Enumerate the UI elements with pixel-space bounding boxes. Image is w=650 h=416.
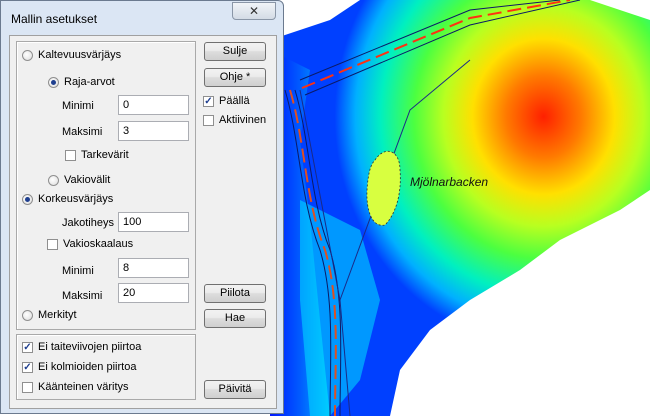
checkbox-indicator-icon [22,381,33,393]
update-button[interactable]: Päivitä [204,380,266,399]
radio-indicator-icon [22,49,33,61]
checkbox-indicator-icon: ✓ [22,341,33,353]
checkbox-indicator-icon: ✓ [22,361,33,373]
dialog-client-area: Kaltevuusvärjäys Raja-arvot Minimi 0 Mak… [9,35,277,409]
window-close-button[interactable]: ✕ [232,2,276,20]
window-title: Mallin asetukset [11,12,98,26]
checkbox-indicator-icon: ✓ [203,95,214,107]
minimum-input[interactable]: 0 [118,95,189,115]
hide-button[interactable]: Piilota [204,284,266,303]
close-button[interactable]: Sulje [204,42,266,61]
title-bar[interactable]: Mallin asetukset ✕ [1,1,283,35]
no-breaklines-checkbox[interactable]: ✓ Ei taiteviivojen piirtoa [22,341,141,353]
precise-colors-checkbox[interactable]: Tarkevärit [65,149,129,161]
radio-indicator-icon [48,76,59,88]
height-coloring-radio[interactable]: Korkeusvärjäys [22,193,113,205]
height-minimum-input[interactable]: 8 [118,258,189,278]
map-place-label: Mjölnarbacken [410,175,489,189]
constant-scaling-checkbox[interactable]: Vakioskaalaus [47,238,133,250]
height-maximum-input[interactable]: 20 [118,283,189,303]
close-icon: ✕ [248,4,260,18]
checkbox-indicator-icon [47,238,58,250]
height-minimum-label: Minimi [62,265,94,277]
range-values-radio[interactable]: Raja-arvot [48,76,115,88]
maximum-input[interactable]: 3 [118,121,189,141]
radio-indicator-icon [22,193,33,205]
settings-dialog: Mallin asetukset ✕ Kaltevuusvärjäys Raja… [0,0,284,414]
height-maximum-label: Maksimi [62,290,103,302]
active-checkbox[interactable]: Aktiivinen [203,114,266,126]
reverse-colors-checkbox[interactable]: Käänteinen väritys [22,381,129,393]
fetch-button[interactable]: Hae [204,309,266,328]
maximum-label: Maksimi [62,126,103,138]
on-checkbox[interactable]: ✓ Päällä [203,95,250,107]
constant-interval-radio[interactable]: Vakiovälit [48,174,110,186]
interval-input[interactable]: 100 [118,212,189,232]
minimum-label: Minimi [62,100,94,112]
help-button[interactable]: Ohje * [204,68,266,87]
marked-radio[interactable]: Merkityt [22,309,77,321]
checkbox-indicator-icon [65,149,76,161]
slope-coloring-radio[interactable]: Kaltevuusvärjäys [22,49,121,61]
checkbox-indicator-icon [203,114,214,126]
radio-indicator-icon [22,309,33,321]
radio-indicator-icon [48,174,59,186]
interval-label: Jakotiheys [62,217,114,229]
no-triangles-checkbox[interactable]: ✓ Ei kolmioiden piirtoa [22,361,136,373]
